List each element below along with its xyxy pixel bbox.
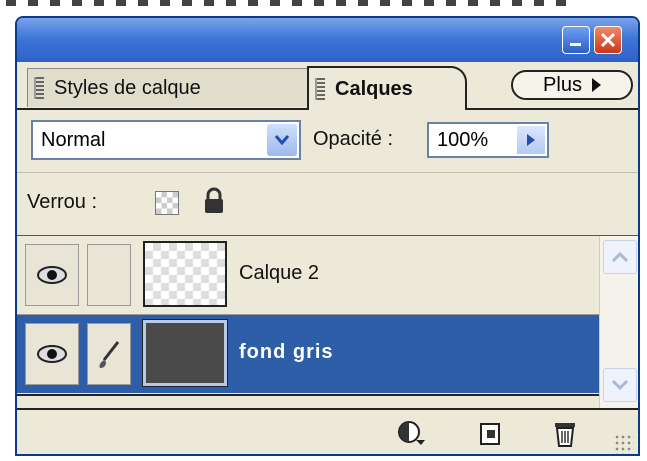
resize-grip-icon[interactable] bbox=[614, 434, 634, 454]
lock-row: Verrou : bbox=[17, 173, 638, 237]
opacity-label: Opacité : bbox=[313, 128, 394, 150]
tab-bar: Styles de calque Calques Plus bbox=[17, 62, 638, 110]
blend-opacity-row: Normal Opacité : 100% bbox=[17, 110, 638, 173]
scroll-up-icon[interactable] bbox=[603, 240, 637, 274]
blend-mode-value: Normal bbox=[41, 129, 106, 151]
tab-styles-de-calque[interactable]: Styles de calque bbox=[27, 68, 310, 107]
brush-icon[interactable] bbox=[87, 323, 131, 385]
tab-calques[interactable]: Calques bbox=[307, 66, 467, 110]
layer-thumbnail bbox=[143, 241, 227, 307]
layer-row[interactable]: Calque 2 bbox=[17, 236, 599, 315]
titlebar bbox=[17, 18, 638, 62]
chevron-down-icon[interactable] bbox=[267, 124, 297, 156]
visibility-eye-icon[interactable] bbox=[25, 323, 79, 385]
new-layer-icon[interactable] bbox=[479, 420, 503, 451]
close-icon[interactable] bbox=[594, 26, 622, 54]
layer-name: fond gris bbox=[239, 341, 334, 363]
visibility-eye-icon[interactable] bbox=[25, 244, 79, 306]
blend-mode-select[interactable]: Normal bbox=[31, 120, 301, 160]
plus-label: Plus bbox=[543, 73, 582, 96]
tab-grip-icon bbox=[34, 77, 44, 99]
panel-bottom-bar bbox=[17, 408, 638, 454]
layers-scrollbar[interactable] bbox=[599, 236, 638, 408]
layer-name: Calque 2 bbox=[239, 262, 320, 284]
layers-panel-window: Styles de calque Calques Plus Normal Opa… bbox=[15, 16, 640, 456]
play-arrow-icon bbox=[591, 78, 601, 92]
tab-label: Styles de calque bbox=[54, 76, 201, 99]
opacity-arrow-icon[interactable] bbox=[517, 126, 545, 154]
trash-icon[interactable] bbox=[553, 420, 577, 453]
tab-label: Calques bbox=[335, 77, 413, 100]
layers-list: Calque 2 fond gris bbox=[17, 236, 599, 394]
tab-grip-icon bbox=[315, 78, 325, 100]
top-strip bbox=[0, 0, 647, 12]
scroll-down-icon[interactable] bbox=[603, 368, 637, 402]
partial-text-strip bbox=[6, 0, 566, 6]
opacity-value: 100% bbox=[437, 129, 489, 151]
lock-transparency-icon[interactable] bbox=[155, 191, 179, 215]
layer-row-selected[interactable]: fond gris bbox=[17, 315, 599, 393]
lock-all-icon[interactable] bbox=[203, 187, 225, 220]
opacity-input[interactable]: 100% bbox=[427, 122, 549, 158]
minimize-icon[interactable] bbox=[562, 26, 590, 54]
plus-menu-button[interactable]: Plus bbox=[511, 70, 633, 100]
link-toggle[interactable] bbox=[87, 244, 131, 306]
layer-thumbnail bbox=[142, 319, 228, 387]
new-adjustment-layer-icon[interactable] bbox=[397, 420, 427, 453]
lock-label: Verrou : bbox=[27, 191, 98, 213]
